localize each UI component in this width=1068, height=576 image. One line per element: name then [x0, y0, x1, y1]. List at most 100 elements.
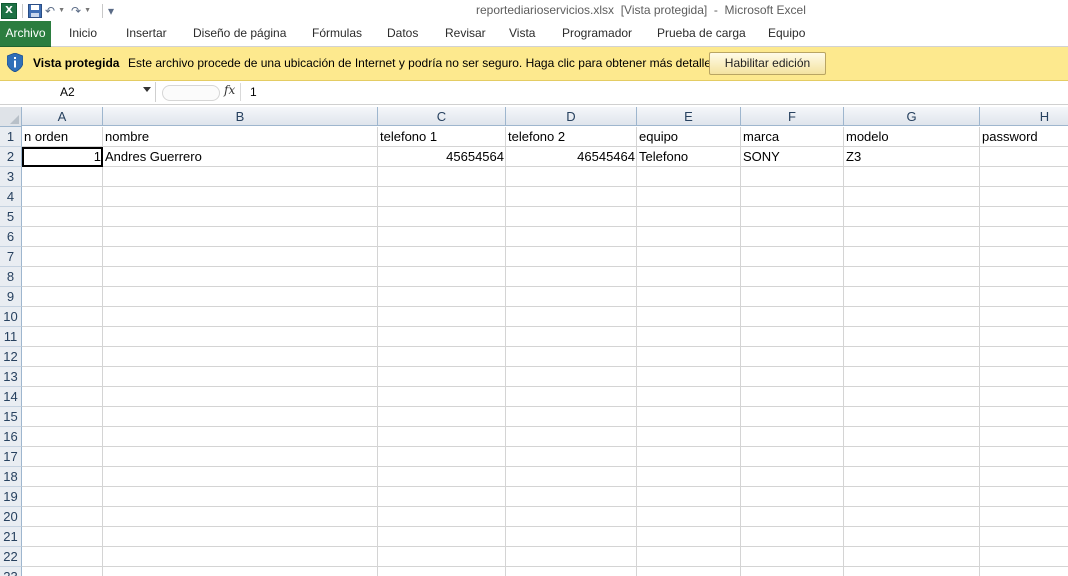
undo-icon: ↶ — [45, 3, 56, 18]
row-header-21[interactable]: 21 — [0, 527, 22, 547]
cell-b1[interactable]: nombre — [103, 127, 378, 147]
enable-editing-button[interactable]: Habilitar edición — [709, 52, 826, 75]
tab-inicio[interactable]: Inicio — [69, 21, 97, 46]
cell-g1[interactable]: modelo — [844, 127, 980, 147]
gridline — [22, 186, 1068, 187]
cell-f1[interactable]: marca — [741, 127, 844, 147]
cell-g2[interactable]: Z3 — [844, 147, 980, 167]
gridline — [22, 546, 1068, 547]
cell-h1[interactable]: password — [980, 127, 1068, 147]
row-header-4[interactable]: 4 — [0, 187, 22, 207]
cell-h2[interactable] — [980, 147, 1068, 167]
row-header-13[interactable]: 13 — [0, 367, 22, 387]
row-header-3[interactable]: 3 — [0, 167, 22, 187]
gridline — [740, 127, 741, 576]
gridline — [22, 566, 1068, 567]
tab-prueba-de-carga[interactable]: Prueba de carga — [657, 21, 746, 46]
customize-toolbar-button[interactable]: ▾ — [108, 3, 114, 19]
row-header-1[interactable]: 1 — [0, 127, 22, 147]
redo-dropdown-icon[interactable]: ▼ — [84, 7, 91, 14]
tab-vista[interactable]: Vista — [509, 21, 535, 46]
tab-formulas[interactable]: Fórmulas — [312, 21, 362, 46]
column-header-h[interactable]: H — [980, 107, 1068, 126]
cell-c1[interactable]: telefono 1 — [378, 127, 506, 147]
row-header-22[interactable]: 22 — [0, 547, 22, 567]
insert-function-button[interactable]: fx — [224, 83, 235, 97]
row-header-19[interactable]: 19 — [0, 487, 22, 507]
gridline — [22, 526, 1068, 527]
column-header-g[interactable]: G — [844, 107, 980, 126]
ribbon-tabs: Archivo Inicio Insertar Diseño de página… — [0, 21, 1068, 47]
cell-d1[interactable]: telefono 2 — [506, 127, 637, 147]
row-header-15[interactable]: 15 — [0, 407, 22, 427]
cell-e2[interactable]: Telefono — [637, 147, 741, 167]
gridline — [22, 466, 1068, 467]
chevron-down-icon[interactable] — [143, 87, 151, 92]
row-header-6[interactable]: 6 — [0, 227, 22, 247]
cell-e1[interactable]: equipo — [637, 127, 741, 147]
gridline — [22, 346, 1068, 347]
customize-icon: ▾ — [108, 3, 115, 18]
protected-view-message[interactable]: Este archivo procede de una ubicación de… — [128, 56, 720, 70]
row-header-12[interactable]: 12 — [0, 347, 22, 367]
redo-button[interactable]: ↷ — [71, 3, 81, 19]
column-header-f[interactable]: F — [741, 107, 844, 126]
row-header-20[interactable]: 20 — [0, 507, 22, 527]
cell-d2[interactable]: 46545464 — [506, 147, 637, 167]
undo-button[interactable]: ↶ — [45, 3, 55, 19]
gridline — [22, 366, 1068, 367]
formula-bar: A2 fx 1 — [0, 81, 1068, 105]
tab-diseno-de-pagina[interactable]: Diseño de página — [193, 21, 286, 46]
cell-c2[interactable]: 45654564 — [378, 147, 506, 167]
row-header-7[interactable]: 7 — [0, 247, 22, 267]
column-header-e[interactable]: E — [637, 107, 741, 126]
column-header-c[interactable]: C — [378, 107, 506, 126]
tab-archivo[interactable]: Archivo — [0, 21, 51, 47]
tab-revisar[interactable]: Revisar — [445, 21, 486, 46]
gridline — [22, 306, 1068, 307]
undo-dropdown-icon[interactable]: ▼ — [58, 7, 65, 14]
row-header-16[interactable]: 16 — [0, 427, 22, 447]
cell-a1[interactable]: n orden — [22, 127, 103, 147]
excel-app-icon[interactable]: X — [1, 2, 17, 19]
cell-f2[interactable]: SONY — [741, 147, 844, 167]
tab-equipo[interactable]: Equipo — [768, 21, 805, 46]
row-header-18[interactable]: 18 — [0, 467, 22, 487]
column-header-a[interactable]: A — [22, 107, 103, 126]
row-header-23[interactable]: 23 — [0, 567, 22, 576]
gridline — [22, 386, 1068, 387]
gridline — [22, 486, 1068, 487]
protected-view-title: Vista protegida — [33, 56, 120, 70]
gridline — [22, 206, 1068, 207]
window-title: reportediarioservicios.xlsx [Vista prote… — [476, 3, 806, 17]
gridline — [22, 286, 1068, 287]
gridline — [22, 426, 1068, 427]
gridline — [22, 506, 1068, 507]
column-header-d[interactable]: D — [506, 107, 637, 126]
tab-insertar[interactable]: Insertar — [126, 21, 167, 46]
formula-input[interactable]: 1 — [250, 85, 257, 99]
worksheet-grid: ABCDEFGH 1 2 3 4 5 6 7 8 9 10 11 12 13 14 15 16 17 18 19 20… — [0, 107, 1068, 576]
cell-b2[interactable]: Andres Guerrero — [103, 147, 378, 167]
row-header-17[interactable]: 17 — [0, 447, 22, 467]
row-header-14[interactable]: 14 — [0, 387, 22, 407]
quick-access-toolbar: X ↶ ▼ ↷ ▼ ▾ — [0, 0, 117, 21]
gridline — [505, 127, 506, 576]
gridline — [377, 127, 378, 576]
name-box-value: A2 — [60, 85, 75, 99]
row-header-10[interactable]: 10 — [0, 307, 22, 327]
save-icon — [28, 3, 42, 18]
save-button[interactable] — [28, 3, 42, 19]
row-header-5[interactable]: 5 — [0, 207, 22, 227]
gridline — [636, 127, 637, 576]
name-box[interactable]: A2 — [0, 82, 156, 102]
row-header-2[interactable]: 2 — [0, 147, 22, 167]
column-header-b[interactable]: B — [103, 107, 378, 126]
select-all-button[interactable] — [0, 107, 22, 127]
toolbar-separator — [102, 3, 103, 18]
tab-programador[interactable]: Programador — [562, 21, 632, 46]
row-header-8[interactable]: 8 — [0, 267, 22, 287]
row-header-9[interactable]: 9 — [0, 287, 22, 307]
tab-datos[interactable]: Datos — [387, 21, 418, 46]
row-header-11[interactable]: 11 — [0, 327, 22, 347]
